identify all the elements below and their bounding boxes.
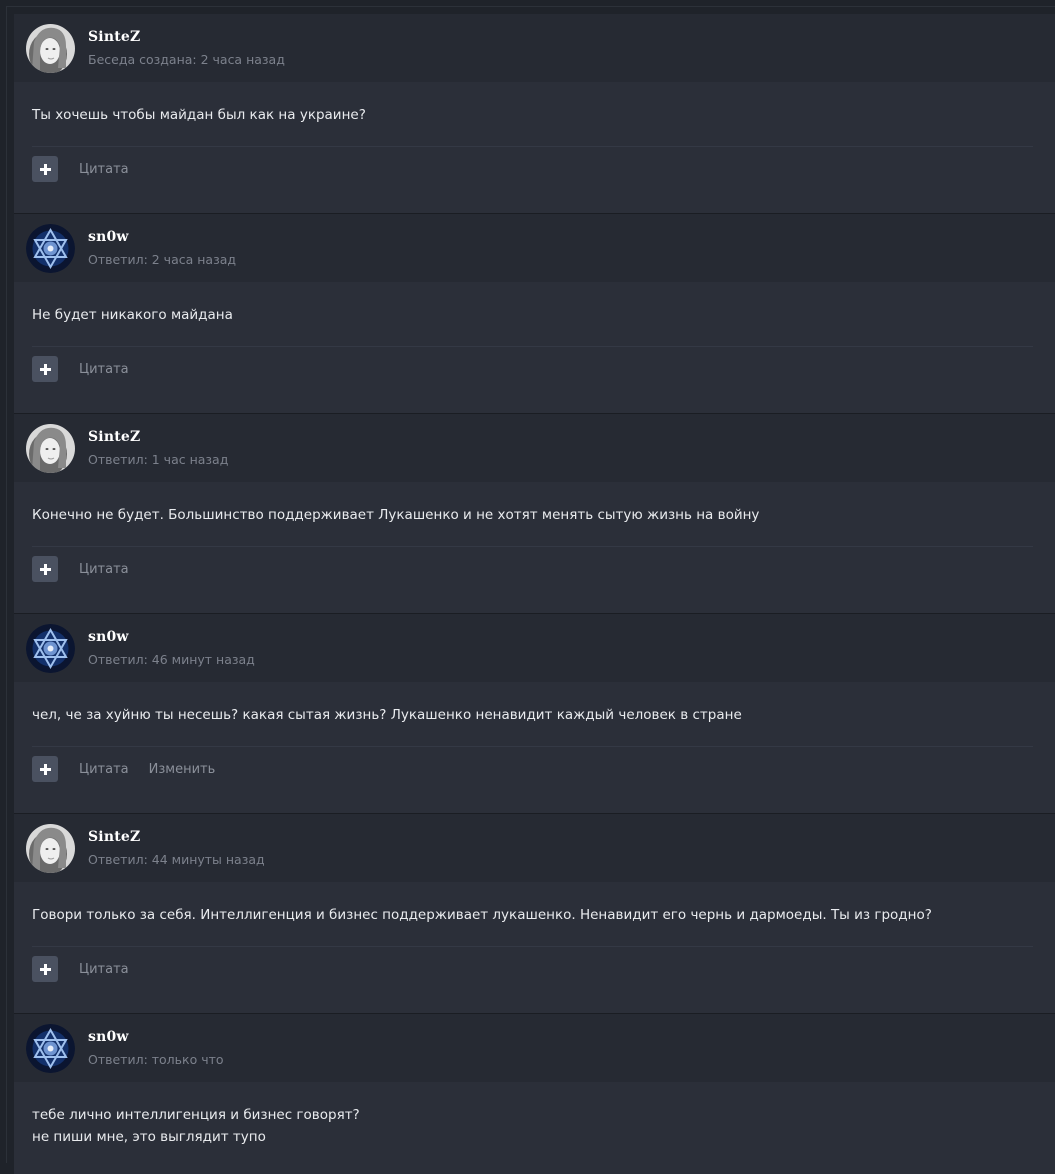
post-timestamp: Ответил: 46 минут назад (88, 652, 255, 667)
post: sn0w Ответил: только что тебе лично инте… (14, 1014, 1055, 1174)
plus-icon (39, 363, 51, 375)
edit-link[interactable]: Изменить (149, 762, 216, 777)
post-actions: Цитата (32, 956, 149, 982)
post-header: sn0w Ответил: только что (14, 1014, 1055, 1082)
post-content: Ты хочешь чтобы майдан был как на украин… (32, 104, 1035, 126)
post-timestamp: Ответил: 2 часа назад (88, 252, 237, 267)
post-content: Конечно не будет. Большинство поддержива… (32, 504, 1035, 526)
post-content: Не будет никакого майдана (32, 304, 1035, 326)
conversation-thread: SinteZ Беседа создана: 2 часа назад Ты х… (14, 14, 1055, 1174)
post-actions: Цитата (32, 156, 149, 182)
post: sn0w Ответил: 46 минут назад чел, че за … (14, 614, 1055, 814)
post-text-line: Говори только за себя. Интеллигенция и б… (32, 907, 932, 923)
plus-button[interactable] (32, 356, 58, 382)
post-text-line: тебе лично интеллигенция и бизнес говоря… (32, 1107, 360, 1123)
frame-border-left (6, 6, 7, 1163)
quote-link[interactable]: Цитата (79, 362, 129, 377)
author-name[interactable]: SinteZ (88, 829, 140, 845)
author-name[interactable]: sn0w (88, 1029, 129, 1045)
post-timestamp: Ответил: 1 час назад (88, 452, 229, 467)
post-text-line: чел, че за хуйню ты несешь? какая сытая … (32, 707, 742, 723)
quote-link[interactable]: Цитата (79, 562, 129, 577)
post-divider (32, 146, 1033, 147)
plus-icon (39, 963, 51, 975)
author-name[interactable]: SinteZ (88, 429, 140, 445)
post-actions: Цитата (32, 556, 149, 582)
post-text-line: Не будет никакого майдана (32, 307, 233, 323)
star-emblem-avatar[interactable] (26, 224, 75, 273)
girl-portrait-avatar[interactable] (26, 24, 75, 73)
post-divider (32, 946, 1033, 947)
page-frame: SinteZ Беседа создана: 2 часа назад Ты х… (0, 0, 1055, 1174)
post-text-line: Конечно не будет. Большинство поддержива… (32, 507, 760, 523)
star-emblem-avatar[interactable] (26, 624, 75, 673)
plus-button[interactable] (32, 556, 58, 582)
plus-button[interactable] (32, 956, 58, 982)
post-divider (32, 746, 1033, 747)
quote-link[interactable]: Цитата (79, 762, 129, 777)
author-name[interactable]: SinteZ (88, 29, 140, 45)
star-emblem-avatar[interactable] (26, 1024, 75, 1073)
girl-portrait-avatar[interactable] (26, 424, 75, 473)
frame-border-top (6, 6, 1055, 7)
post-header: SinteZ Беседа создана: 2 часа назад (14, 14, 1055, 82)
plus-button[interactable] (32, 756, 58, 782)
post-divider (32, 346, 1033, 347)
post: SinteZ Ответил: 1 час назад Конечно не б… (14, 414, 1055, 614)
post-timestamp: Беседа создана: 2 часа назад (88, 52, 285, 67)
post: SinteZ Ответил: 44 минуты назад Говори т… (14, 814, 1055, 1014)
quote-link[interactable]: Цитата (79, 962, 129, 977)
post-header: sn0w Ответил: 46 минут назад (14, 614, 1055, 682)
post: sn0w Ответил: 2 часа назад Не будет ника… (14, 214, 1055, 414)
post-divider (32, 546, 1033, 547)
post-header: SinteZ Ответил: 1 час назад (14, 414, 1055, 482)
post-content: чел, че за хуйню ты несешь? какая сытая … (32, 704, 1035, 726)
girl-portrait-avatar[interactable] (26, 824, 75, 873)
post: SinteZ Беседа создана: 2 часа назад Ты х… (14, 14, 1055, 214)
quote-link[interactable]: Цитата (79, 162, 129, 177)
plus-icon (39, 763, 51, 775)
post-text-line: Ты хочешь чтобы майдан был как на украин… (32, 107, 366, 123)
post-text-line: не пиши мне, это выглядит тупо (32, 1129, 266, 1145)
plus-icon (39, 563, 51, 575)
author-name[interactable]: sn0w (88, 629, 129, 645)
author-name[interactable]: sn0w (88, 229, 129, 245)
post-header: SinteZ Ответил: 44 минуты назад (14, 814, 1055, 882)
post-timestamp: Ответил: 44 минуты назад (88, 852, 265, 867)
post-actions: Цитата (32, 356, 149, 382)
post-actions: Цитата Изменить (32, 756, 235, 782)
plus-button[interactable] (32, 156, 58, 182)
plus-icon (39, 163, 51, 175)
post-header: sn0w Ответил: 2 часа назад (14, 214, 1055, 282)
post-timestamp: Ответил: только что (88, 1052, 224, 1067)
post-content: Говори только за себя. Интеллигенция и б… (32, 904, 1035, 926)
post-content: тебе лично интеллигенция и бизнес говоря… (32, 1104, 1035, 1148)
